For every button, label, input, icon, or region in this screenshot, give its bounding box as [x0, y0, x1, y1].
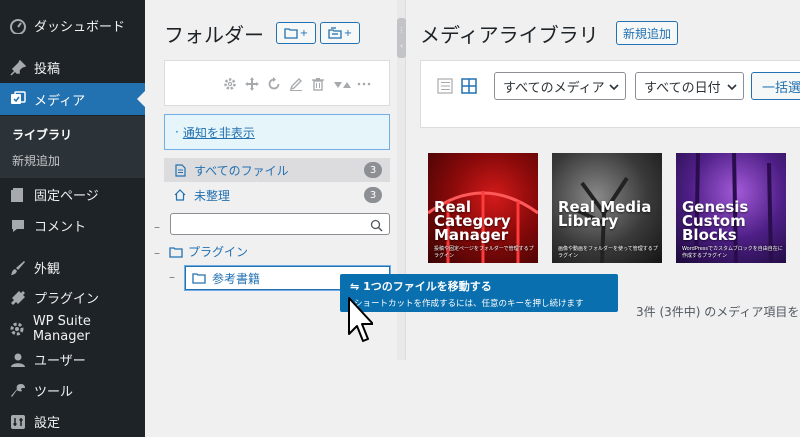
plugin-icon [8, 290, 28, 306]
media-type-select[interactable]: すべてのメディア [494, 72, 626, 100]
menu-item-label: ユーザー [34, 354, 86, 369]
chevron-down-icon [609, 81, 619, 96]
folder-label: 参考書籍 [212, 271, 261, 286]
folder-plugins[interactable]: プラグイン [169, 243, 248, 260]
admin-sidebar: ダッシュボード 投稿 メディア ライブラリ 新規追加 固定ページ コメント 外観 [0, 0, 145, 437]
menu-item-wp-suite-manager[interactable]: WP Suite Manager [0, 313, 145, 344]
result-count: 3件 (3件中) のメディア項目を表示 [636, 305, 800, 319]
menu-item-pages[interactable]: 固定ページ [0, 179, 145, 210]
comment-icon [8, 218, 28, 234]
chevron-left-icon[interactable]: ‹ [400, 42, 403, 50]
tree-line: – [154, 246, 160, 260]
media-item-title: Real Media Library [558, 198, 652, 230]
menu-item-label: 固定ページ [34, 189, 99, 204]
hide-notice-link[interactable]: 通知を非表示 [183, 124, 255, 141]
resize-handle[interactable]: ⋮ ‹ [397, 18, 406, 58]
media-library: メディアライブラリ 新規追加 すべてのメディア すべての日付 一括選択 [406, 0, 800, 437]
gear-icon[interactable] [223, 77, 237, 91]
page-icon [8, 187, 28, 203]
media-item[interactable]: Genesis Custom Blocks WordPressでカスタムブロック… [676, 153, 786, 263]
menu-item-plugins[interactable]: プラグイン [0, 282, 145, 313]
folder-search-input[interactable] [171, 215, 361, 235]
media-submenu: ライブラリ 新規追加 [0, 116, 145, 178]
file-icon [172, 163, 188, 177]
submenu-add-new[interactable]: 新規追加 [12, 152, 60, 169]
new-folder-button[interactable]: + [276, 22, 316, 44]
media-item-title: Real Category Manager [434, 198, 511, 244]
rename-icon[interactable] [289, 77, 303, 91]
swap-icon: ⇋ [350, 280, 360, 293]
refresh-icon[interactable] [267, 77, 281, 91]
notice-box: · 通知を非表示 [164, 114, 390, 150]
tree-line: – [154, 220, 160, 234]
drag-tooltip: ⇋ 1つのファイルを移動する ショートカットを作成するには、任意のキーを押し続け… [340, 274, 618, 312]
media-item[interactable]: Real Media Library 画像や動画をフォルダーを使って管理するプラ… [552, 153, 662, 263]
wrench-icon [8, 383, 28, 399]
folder-toolbar [164, 60, 390, 106]
menu-item-media[interactable]: メディア [0, 83, 145, 115]
folder-uncategorized[interactable]: 未整理 3 [164, 183, 390, 207]
more-icon[interactable] [357, 77, 371, 91]
folder-label: すべてのファイル [194, 163, 289, 178]
media-item-subtitle: WordPressでカスタムブロックを自由自在に作成するプラグイン [682, 246, 783, 259]
media-item[interactable]: Real Category Manager 投稿や固定ページをフォルダーで管理す… [428, 153, 538, 263]
menu-item-tools[interactable]: ツール [0, 375, 145, 406]
menu-item-dashboard[interactable]: ダッシュボード [0, 10, 145, 41]
gear-icon [8, 321, 27, 337]
drag-dots-icon: ⋮ [398, 26, 405, 34]
settings-icon [8, 414, 28, 430]
user-icon [8, 352, 28, 368]
media-item-subtitle: 投稿や固定ページをフォルダーで管理するプラグイン [434, 246, 534, 259]
menu-item-posts[interactable]: 投稿 [0, 52, 145, 83]
menu-item-users[interactable]: ユーザー [0, 344, 145, 375]
page-title: メディアライブラリ [420, 23, 599, 47]
date-select[interactable]: すべての日付 [635, 72, 744, 100]
new-subfolder-button[interactable]: + [320, 22, 360, 44]
menu-item-appearance[interactable]: 外観 [0, 252, 145, 283]
menu-item-label: 設定 [34, 416, 61, 431]
pin-icon [8, 59, 28, 76]
media-item-title: Genesis Custom Blocks [682, 198, 749, 244]
tree-line: – [169, 270, 175, 284]
home-icon [172, 189, 188, 201]
menu-item-label: プラグイン [34, 292, 100, 307]
menu-item-label: 投稿 [34, 62, 61, 77]
brush-icon [8, 260, 28, 276]
bulk-select-button[interactable]: 一括選択 [751, 72, 800, 100]
count-badge: 3 [364, 187, 382, 203]
submenu-library[interactable]: ライブラリ [12, 126, 72, 143]
folder-label: 未整理 [194, 188, 231, 203]
menu-item-label: ツール [34, 385, 74, 400]
folder-icon [169, 246, 183, 258]
folder-icon [192, 273, 206, 284]
count-badge: 3 [364, 162, 382, 178]
menu-item-label: ダッシュボード [34, 20, 126, 35]
menu-item-label: 外観 [34, 262, 61, 277]
grid-view-icon[interactable] [461, 78, 477, 98]
folder-panel: フォルダー + + · 通知を非表示 すべてのファイル 3 未整理 3 – – … [145, 0, 397, 437]
menu-item-label: コメント [34, 220, 87, 235]
folder-all-files[interactable]: すべてのファイル 3 [164, 158, 390, 182]
dashboard-icon [8, 18, 28, 34]
folders-title: フォルダー [164, 23, 264, 47]
menu-item-label: メディア [34, 93, 86, 109]
menu-item-label: WP Suite Manager [32, 313, 91, 344]
menu-item-settings[interactable]: 設定 [0, 406, 145, 437]
subfolder-icon [328, 27, 342, 39]
media-item-subtitle: 画像や動画をフォルダーを使って管理するプラグイン [558, 246, 658, 259]
mouse-cursor-icon [348, 297, 373, 342]
folder-search-field[interactable] [170, 213, 390, 235]
search-icon[interactable] [370, 217, 383, 236]
menu-item-comments[interactable]: コメント [0, 210, 145, 241]
move-icon[interactable] [245, 77, 259, 91]
chevron-down-icon [727, 81, 737, 96]
folder-icon [284, 28, 298, 39]
media-filter-bar: すべてのメディア すべての日付 一括選択 [420, 60, 800, 128]
list-view-icon[interactable] [437, 78, 453, 98]
add-new-button[interactable]: 新規追加 [616, 21, 679, 45]
sort-icon[interactable] [333, 77, 351, 91]
folder-label: プラグイン [188, 245, 249, 259]
trash-icon[interactable] [311, 77, 325, 91]
media-icon [8, 91, 28, 107]
